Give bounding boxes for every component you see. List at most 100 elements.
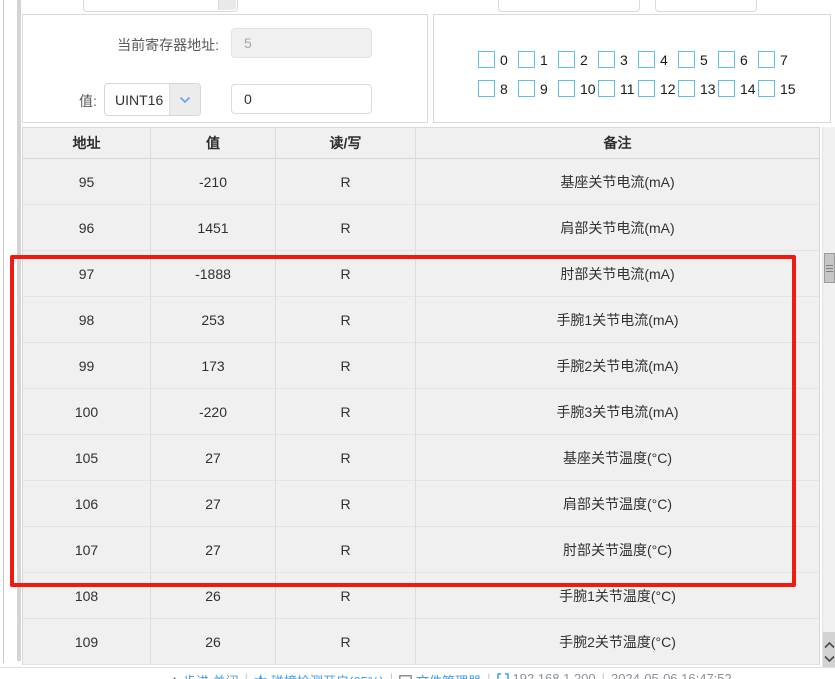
bit-checkbox-item-10: 10 xyxy=(558,80,598,97)
table-row[interactable]: 99173R手腕2关节电流(mA) xyxy=(23,343,819,389)
cell-note: 肩部关节电流(mA) xyxy=(416,205,819,251)
table-row[interactable]: 10727R肘部关节温度(°C) xyxy=(23,527,819,573)
cell-addr: 105 xyxy=(23,435,151,481)
bit-checkbox-5[interactable] xyxy=(678,51,695,68)
bit-checkbox-0[interactable] xyxy=(478,51,495,68)
bit-checkbox-item-14: 14 xyxy=(718,80,758,97)
cell-rw: R xyxy=(276,343,416,389)
datetime: 2024-05-06 16:47:52 xyxy=(611,671,732,679)
table-row[interactable]: 95-210R基座关节电流(mA) xyxy=(23,159,819,205)
bit-checkbox-item-5: 5 xyxy=(678,51,718,68)
bit-checkbox-label: 9 xyxy=(540,81,548,97)
bit-checkbox-label: 12 xyxy=(660,81,676,97)
table-row[interactable]: 961451R肩部关节电流(mA) xyxy=(23,205,819,251)
bit-checkbox-item-12: 12 xyxy=(638,80,678,97)
cell-rw: R xyxy=(276,481,416,527)
bit-checkbox-item-6: 6 xyxy=(718,51,758,68)
cell-rw: R xyxy=(276,619,416,665)
bit-checkbox-1[interactable] xyxy=(518,51,535,68)
cell-note: 手腕2关节温度(°C) xyxy=(416,619,819,665)
bit-checkbox-label: 15 xyxy=(780,81,796,97)
cell-addr: 109 xyxy=(23,619,151,665)
table-row[interactable]: 10527R基座关节温度(°C) xyxy=(23,435,819,481)
collision-status-label: 碰撞检测开启(65%) xyxy=(271,671,384,679)
bit-checkbox-2[interactable] xyxy=(558,51,575,68)
table-body: 95-210R基座关节电流(mA)961451R肩部关节电流(mA)97-188… xyxy=(23,159,819,665)
bit-checkbox-4[interactable] xyxy=(638,51,655,68)
bit-checkbox-item-7: 7 xyxy=(758,51,798,68)
cell-note: 基座关节电流(mA) xyxy=(416,159,819,205)
truncated-top-input-button[interactable] xyxy=(218,0,236,10)
cell-note: 肘部关节电流(mA) xyxy=(416,251,819,297)
value-type-select[interactable]: UINT16 xyxy=(104,83,201,116)
collision-icon xyxy=(254,674,267,679)
cell-note: 手腕2关节电流(mA) xyxy=(416,343,819,389)
bit-checkbox-15[interactable] xyxy=(758,80,775,97)
bit-checkbox-9[interactable] xyxy=(518,80,535,97)
cell-addr: 98 xyxy=(23,297,151,343)
cell-value: 26 xyxy=(151,619,276,665)
cell-addr: 95 xyxy=(23,159,151,205)
cell-addr: 96 xyxy=(23,205,151,251)
file-manager-label: 文件管理器 xyxy=(416,671,481,679)
cell-note: 肘部关节温度(°C) xyxy=(416,527,819,573)
cell-value: 27 xyxy=(151,435,276,481)
table-row[interactable]: 10627R肩部关节温度(°C) xyxy=(23,481,819,527)
statusbar-separator: | xyxy=(602,671,605,679)
bit-selection-panel: 01234567 89101112131415 xyxy=(433,14,831,123)
vertical-scrollbar[interactable] xyxy=(822,127,835,679)
chevron-down-icon[interactable] xyxy=(169,84,200,115)
bit-checkbox-label: 2 xyxy=(580,52,588,68)
bit-checkbox-6[interactable] xyxy=(718,51,735,68)
value-input[interactable]: 0 xyxy=(231,84,372,114)
cell-note: 手腕1关节温度(°C) xyxy=(416,573,819,619)
cell-rw: R xyxy=(276,573,416,619)
bit-row-8-15: 89101112131415 xyxy=(478,80,798,97)
network-status[interactable]: 192.168.1.200 xyxy=(497,671,596,679)
collision-status[interactable]: 碰撞检测开启(65%) xyxy=(254,671,384,679)
cell-value: 1451 xyxy=(151,205,276,251)
bit-checkbox-11[interactable] xyxy=(598,80,615,97)
table-row[interactable]: 97-1888R肘部关节电流(mA) xyxy=(23,251,819,297)
bit-checkbox-12[interactable] xyxy=(638,80,655,97)
bit-checkbox-label: 1 xyxy=(540,52,548,68)
scrollbar-thumb[interactable] xyxy=(824,253,835,283)
column-header-0: 地址 xyxy=(23,128,151,159)
scroll-down-icon[interactable] xyxy=(824,655,835,662)
cell-note: 手腕3关节电流(mA) xyxy=(416,389,819,435)
current-register-address-label: 当前寄存器地址: xyxy=(83,35,219,55)
panel-splitter[interactable] xyxy=(17,0,21,661)
table-row[interactable]: 10926R手腕2关节温度(°C) xyxy=(23,619,819,665)
network-icon xyxy=(497,673,509,679)
cell-value: -220 xyxy=(151,389,276,435)
cell-addr: 100 xyxy=(23,389,151,435)
bit-checkbox-13[interactable] xyxy=(678,80,695,97)
bit-checkbox-14[interactable] xyxy=(718,80,735,97)
step-status[interactable]: 步进 关闭 xyxy=(165,671,239,679)
bit-checkbox-8[interactable] xyxy=(478,80,495,97)
table-row[interactable]: 98253R手腕1关节电流(mA) xyxy=(23,297,819,343)
bit-checkbox-label: 6 xyxy=(740,52,748,68)
bit-checkbox-label: 8 xyxy=(500,81,508,97)
cell-addr: 108 xyxy=(23,573,151,619)
current-register-address-field[interactable]: 5 xyxy=(231,28,372,58)
status-bar: 步进 关闭 | 碰撞检测开启(65%) | 文件管理器 | 192.168.1.… xyxy=(0,667,835,679)
bit-checkbox-10[interactable] xyxy=(558,80,575,97)
bit-checkbox-3[interactable] xyxy=(598,51,615,68)
table-row[interactable]: 10826R手腕1关节温度(°C) xyxy=(23,573,819,619)
truncated-top-field-2[interactable] xyxy=(655,0,757,12)
truncated-top-field-1[interactable] xyxy=(498,0,640,12)
bit-checkbox-item-3: 3 xyxy=(598,51,638,68)
truncated-top-input[interactable] xyxy=(83,0,238,12)
bit-checkbox-7[interactable] xyxy=(758,51,775,68)
scroll-up-icon[interactable] xyxy=(824,642,835,649)
bit-checkbox-label: 11 xyxy=(620,81,635,97)
file-manager[interactable]: 文件管理器 xyxy=(399,671,481,679)
column-header-2: 读/写 xyxy=(276,128,416,159)
table-row[interactable]: 100-220R手腕3关节电流(mA) xyxy=(23,389,819,435)
bit-checkbox-label: 7 xyxy=(780,52,788,68)
cell-note: 手腕1关节电流(mA) xyxy=(416,297,819,343)
bit-checkbox-item-11: 11 xyxy=(598,80,638,97)
table-header-row: 地址值读/写备注 xyxy=(23,128,819,159)
column-header-3: 备注 xyxy=(416,128,819,159)
